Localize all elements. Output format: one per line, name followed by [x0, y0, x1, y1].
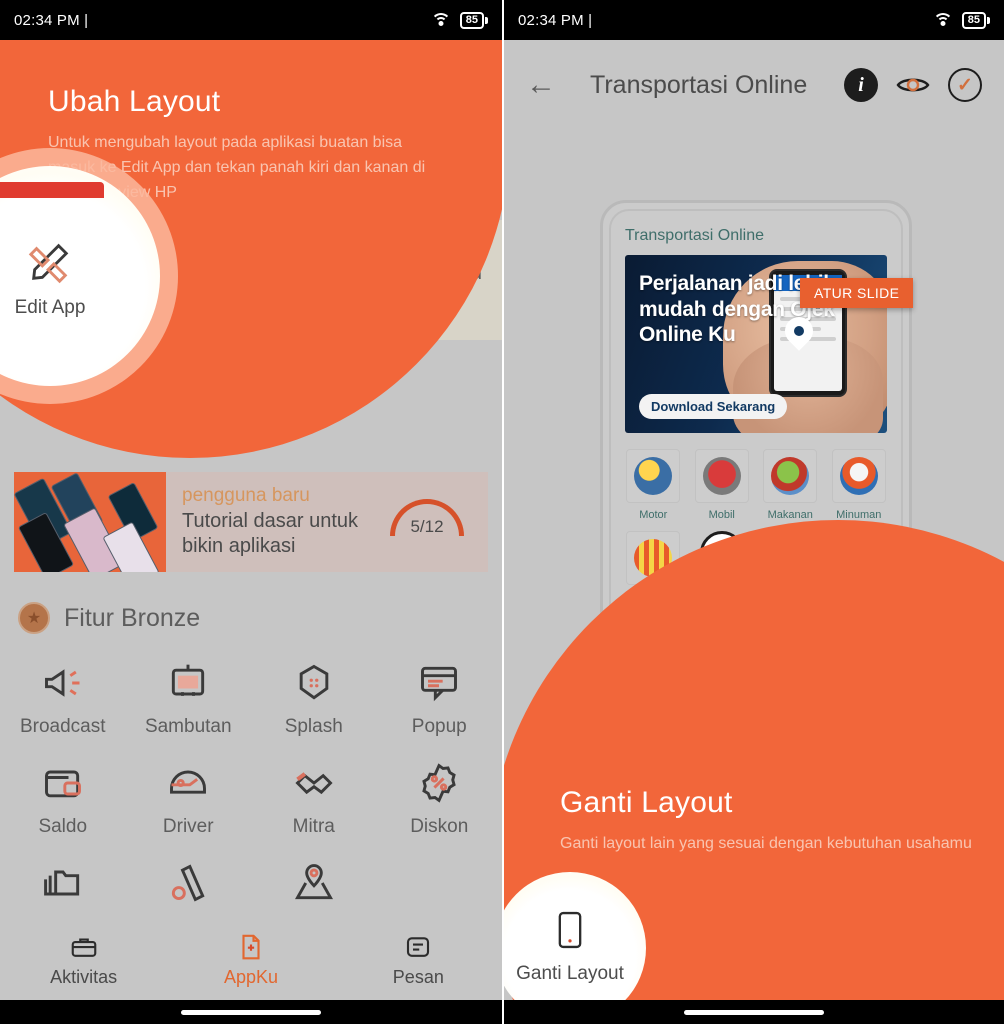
preview-cell-minuman[interactable]: Minuman	[825, 449, 894, 521]
feature-label: Popup	[411, 716, 467, 737]
mobile-phone-icon	[557, 911, 583, 949]
helmet-icon	[165, 760, 211, 806]
briefcase-icon	[68, 931, 100, 963]
app-document-icon	[235, 931, 267, 963]
preview-cell-toko[interactable]: Toko	[619, 531, 688, 603]
status-bar: 02:34 PM | 85	[0, 0, 502, 40]
info-icon[interactable]: i	[844, 68, 878, 102]
promo-partial-label: ad	[459, 262, 482, 284]
feature-grid: Broadcast Sambutan Splash Popup Saldo Dr…	[0, 660, 502, 938]
message-icon	[402, 931, 434, 963]
feature-mitra[interactable]: Mitra	[251, 760, 377, 838]
preview-input-field[interactable]	[629, 617, 883, 657]
right-phone-screen: 02:34 PM | 85 ← Transportasi Online i ✓	[502, 0, 1004, 1024]
status-bar: 02:34 PM | 85	[504, 0, 1004, 40]
page-title: Transportasi Online	[590, 70, 808, 99]
welcome-sign-icon	[165, 660, 211, 706]
bottom-navigation: Aktivitas AppKu Pesan	[0, 918, 502, 1000]
battery-level: 85	[961, 11, 986, 29]
preview-cell-motor[interactable]: Motor	[619, 449, 688, 521]
wifi-icon	[430, 12, 451, 28]
preview-app-title: Transportasi Online	[625, 227, 765, 244]
feature-label: Splash	[284, 716, 343, 737]
left-phone-screen: 02:34 PM | 85 ad pengguna baru Tutorial …	[0, 0, 502, 1024]
gesture-bar	[504, 1000, 1004, 1024]
phones-collage-thumbnail	[14, 472, 166, 572]
gesture-bar	[0, 1000, 502, 1024]
check-circle-icon[interactable]: ✓	[948, 68, 982, 102]
preview-cell-lainnya[interactable]: Lainnya	[688, 531, 757, 603]
eye-icon[interactable]	[896, 68, 930, 102]
feature-saldo[interactable]: Saldo	[0, 760, 126, 838]
status-time: 02:34 PM |	[518, 11, 593, 29]
status-icons: 85	[932, 11, 990, 29]
nav-item-appku[interactable]: AppKu	[167, 931, 334, 988]
nav-item-pesan[interactable]: Pesan	[335, 931, 502, 988]
folders-icon	[40, 860, 86, 906]
popup-window-icon	[416, 660, 462, 706]
pencil-ruler-icon	[27, 239, 73, 285]
tutorial-card[interactable]: pengguna baru Tutorial dasar untuk bikin…	[14, 472, 488, 572]
back-arrow-icon[interactable]: ←	[526, 70, 556, 100]
discount-percent-icon	[416, 760, 462, 806]
section-title: Fitur Bronze	[64, 603, 201, 632]
battery-level: 85	[459, 11, 484, 29]
preview-cell-label: Minuman	[836, 509, 882, 521]
feature-popup[interactable]: Popup	[377, 660, 503, 738]
splash-screen-icon	[291, 660, 337, 706]
spotlight-label: Ganti Layout	[516, 963, 624, 984]
feature-driver[interactable]: Driver	[126, 760, 252, 838]
feature-broadcast[interactable]: Broadcast	[0, 660, 126, 738]
feature-label: Mitra	[292, 816, 335, 837]
preview-cell-mobil[interactable]: Mobil	[688, 449, 757, 521]
nav-label: AppKu	[223, 966, 279, 987]
feature-diskon[interactable]: Diskon	[377, 760, 503, 838]
tutorial-progress-gauge: 5/12	[384, 491, 470, 553]
bronze-medal-icon: ★	[18, 602, 50, 634]
nav-label: Aktivitas	[50, 966, 118, 987]
nav-label: Pesan	[392, 966, 444, 987]
spotlight-label: Edit App	[14, 297, 86, 318]
battery-cap	[485, 16, 488, 24]
more-dots-icon	[699, 531, 744, 575]
preview-cell-label: Toko	[641, 591, 665, 603]
ad-icon	[165, 860, 211, 906]
feature-splash[interactable]: Splash	[251, 660, 377, 738]
status-time: 02:34 PM |	[14, 11, 89, 29]
atur-slide-badge[interactable]: ATUR SLIDE	[800, 278, 914, 308]
preview-cell-makanan[interactable]: Makanan	[756, 449, 825, 521]
banner-cta-button[interactable]: Download Sekarang	[639, 394, 788, 419]
tutorial-title: Tutorial dasar untuk bikin aplikasi	[182, 509, 359, 557]
feature-sambutan[interactable]: Sambutan	[126, 660, 252, 738]
wifi-icon	[932, 12, 953, 28]
battery-icon: 85	[459, 11, 488, 29]
wallet-icon	[40, 760, 86, 806]
map-pin-icon	[291, 860, 337, 906]
feature-label: Broadcast	[19, 716, 106, 737]
layout-preview-bar	[0, 182, 104, 198]
feature-label: Sambutan	[144, 716, 232, 737]
preview-cell-label: Makanan	[767, 509, 813, 521]
megaphone-icon	[40, 660, 86, 706]
battery-icon: 85	[961, 11, 990, 29]
preview-cell-label: Mobil	[708, 509, 735, 521]
feature-label: Saldo	[38, 816, 88, 837]
section-header-fitur-bronze: ★ Fitur Bronze	[18, 602, 200, 634]
handshake-icon	[291, 760, 337, 806]
preview-cell-label: Motor	[639, 509, 668, 521]
battery-cap	[987, 16, 990, 24]
editor-header: ← Transportasi Online i ✓	[504, 40, 1004, 130]
preview-cell-label: Lainnya	[702, 581, 742, 593]
tutorial-progress-value: 5/12	[410, 517, 444, 536]
tutorial-card-text: pengguna baru Tutorial dasar untuk bikin…	[166, 479, 384, 565]
status-icons: 85	[430, 11, 488, 29]
screenshot-stage: 02:34 PM | 85 ad pengguna baru Tutorial …	[0, 0, 1004, 1024]
nav-item-aktivitas[interactable]: Aktivitas	[0, 931, 167, 988]
feature-label: Driver	[162, 816, 214, 837]
preview-category-grid: Motor Mobil Makanan Minuman Toko Lainnya	[611, 433, 901, 603]
tutorial-eyebrow: pengguna baru	[182, 485, 310, 507]
feature-label: Diskon	[410, 816, 469, 837]
